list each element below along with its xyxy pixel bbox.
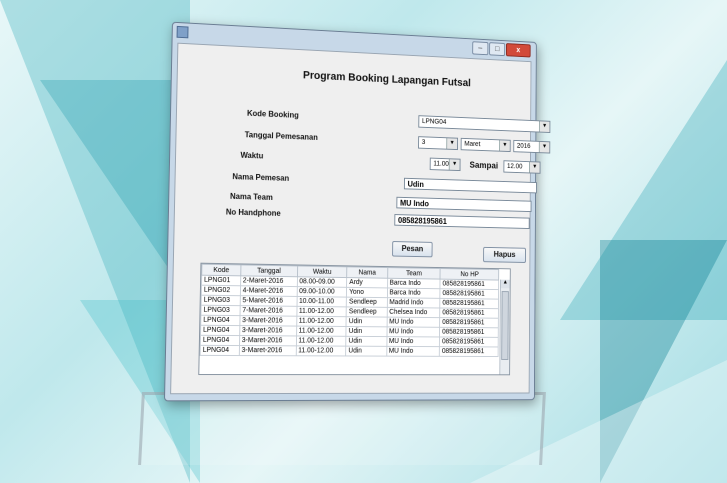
sampai-label: Sampai: [469, 159, 499, 171]
nama-pemesan-field[interactable]: Udin: [403, 177, 537, 194]
table-cell: Udin: [346, 336, 387, 347]
table-cell: 3-Maret-2016: [239, 325, 297, 336]
table-cell: 09.00-10.00: [296, 286, 347, 298]
table-cell: Udin: [346, 326, 387, 337]
chevron-down-icon: ▼: [538, 141, 550, 153]
table-cell: Yono: [346, 287, 388, 298]
column-header-team[interactable]: Team: [387, 267, 441, 280]
table-cell: LPNG04: [200, 315, 240, 326]
table-cell: LPNG02: [201, 285, 241, 296]
tanggal-label: Tanggal Pemesanan: [244, 130, 318, 142]
table-cell: 11.00-12.00: [296, 306, 347, 317]
booking-table: Kode Tanggal Waktu Nama Team No HP LPNG0…: [198, 262, 511, 376]
table-cell: Sendleep: [346, 306, 387, 318]
table-cell: Sendleep: [346, 297, 388, 308]
maximize-button[interactable]: □: [489, 42, 506, 57]
table-cell: Udin: [345, 346, 387, 357]
tanggal-year-value: 2016: [516, 142, 531, 150]
table-row[interactable]: LPNG04 3-Maret-2016 11.00-12.00 Udin MU …: [200, 345, 499, 357]
tanggal-day-select[interactable]: 3 ▼: [418, 136, 459, 151]
table-cell: MU Indo: [386, 346, 440, 357]
tanggal-year-select[interactable]: 2016 ▼: [513, 139, 551, 154]
kode-booking-value: LPNG04: [421, 118, 447, 126]
table-cell: LPNG03: [200, 305, 240, 316]
table-cell: LPNG01: [201, 275, 241, 286]
table-cell: 11.00-12.00: [295, 345, 347, 356]
table-cell: Udin: [346, 316, 387, 327]
kode-booking-label: Kode Booking: [246, 108, 299, 120]
table-cell: 11.00-12.00: [296, 326, 347, 337]
table-cell: 11.00-12.00: [295, 335, 347, 347]
table-cell: Chelsea Indo: [386, 307, 441, 318]
column-header-kode[interactable]: Kode: [201, 264, 241, 276]
scrollbar-thumb[interactable]: [501, 291, 509, 360]
chevron-down-icon: ▼: [499, 140, 510, 152]
no-handphone-label: No Handphone: [225, 207, 281, 218]
chevron-down-icon: ▼: [448, 159, 460, 171]
table-cell: 7-Maret-2016: [239, 305, 297, 317]
app-icon: [176, 25, 189, 39]
waktu-end-select[interactable]: 12.00 ▼: [503, 160, 541, 174]
table-cell: 10.00-11.00: [296, 296, 347, 307]
table-cell: LPNG04: [200, 335, 240, 346]
table-cell: 11.00-12.00: [296, 316, 347, 327]
table-cell: 3-Maret-2016: [239, 315, 297, 327]
table-scrollbar[interactable]: ▲: [499, 279, 510, 375]
table-cell: 5-Maret-2016: [239, 295, 297, 307]
scroll-up-icon[interactable]: ▲: [500, 279, 510, 289]
chevron-down-icon: ▼: [529, 162, 540, 173]
page-title: Program Booking Lapangan Futsal: [302, 69, 471, 90]
close-button[interactable]: x: [505, 43, 531, 58]
table-cell: 085828195861: [439, 308, 499, 319]
table-cell: MU Indo: [386, 326, 440, 337]
table-cell: 3-Maret-2016: [239, 345, 296, 356]
chevron-down-icon: ▼: [446, 138, 458, 150]
waktu-label: Waktu: [240, 150, 264, 161]
chevron-down-icon: ▼: [538, 121, 550, 132]
tanggal-month-select[interactable]: Maret ▼: [460, 137, 511, 153]
pesan-button[interactable]: Pesan: [392, 241, 433, 258]
window-reflection: [138, 392, 546, 465]
table-cell: 3-Maret-2016: [239, 335, 297, 346]
waktu-start-select[interactable]: 11.00 ▼: [429, 157, 461, 172]
tanggal-day-value: 3: [421, 139, 426, 146]
nama-team-field[interactable]: MU Indo: [396, 196, 532, 213]
kode-booking-select[interactable]: LPNG04 ▼: [418, 115, 551, 133]
tanggal-month-value: Maret: [464, 140, 481, 149]
column-header-waktu[interactable]: Waktu: [297, 265, 348, 278]
table-cell: Ardy: [346, 277, 388, 288]
table-cell: MU Indo: [386, 336, 440, 347]
form-panel: Program Booking Lapangan Futsal Kode Boo…: [170, 42, 551, 395]
table-cell: 085828195861: [439, 317, 499, 328]
waktu-start-value: 11.00: [433, 160, 449, 168]
nama-pemesan-label: Nama Pemesan: [232, 172, 290, 183]
minimize-button[interactable]: –: [472, 41, 489, 56]
table-cell: Madrid Indo: [386, 297, 441, 309]
nama-team-label: Nama Team: [229, 191, 273, 202]
column-header-nama[interactable]: Nama: [347, 266, 388, 279]
table-cell: 085828195861: [439, 327, 499, 338]
app-window: – □ x Program Booking Lapangan Futsal Ko…: [163, 21, 551, 402]
table-cell: 085828195861: [439, 346, 499, 357]
no-handphone-field[interactable]: 085828195861: [394, 214, 530, 229]
table-cell: 085828195861: [439, 336, 499, 347]
waktu-end-value: 12.00: [506, 163, 523, 171]
hapus-button[interactable]: Hapus: [483, 246, 526, 263]
window-controls: – □ x: [472, 41, 531, 58]
table-cell: LPNG04: [200, 345, 240, 356]
table-cell: MU Indo: [386, 317, 440, 328]
table-cell: LPNG04: [200, 325, 240, 336]
table-cell: LPNG03: [201, 295, 241, 306]
